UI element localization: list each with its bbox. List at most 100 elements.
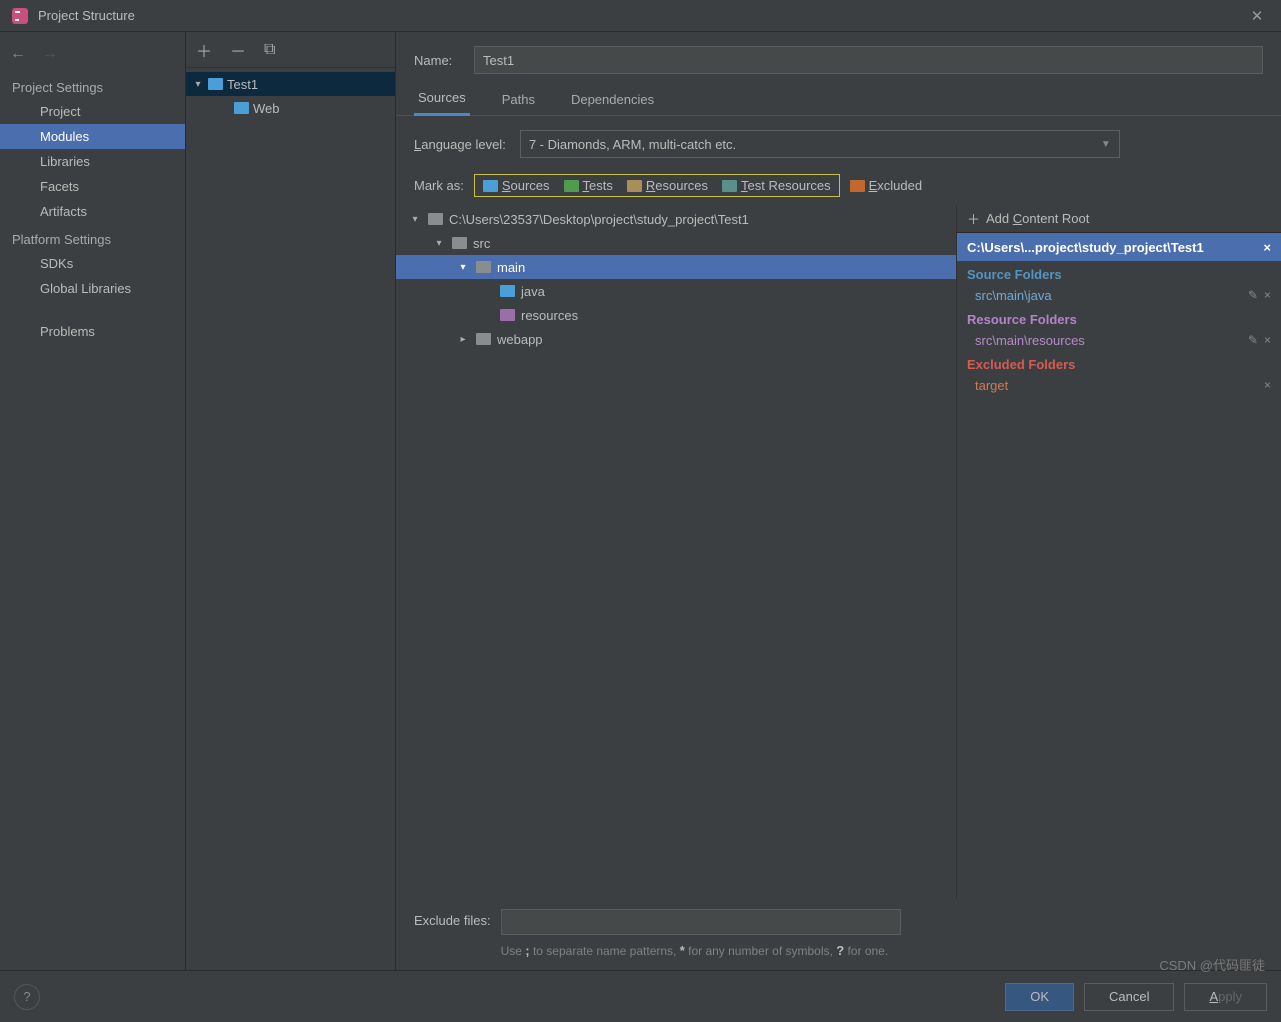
tree-row[interactable]: ▾C:\Users\23537\Desktop\project\study_pr… <box>396 207 956 231</box>
facet-label: Web <box>253 101 280 116</box>
folder-icon <box>452 237 467 249</box>
exclude-files-input[interactable] <box>501 909 901 935</box>
exclude-files-label: Exclude files: <box>414 909 491 928</box>
chevron-icon[interactable]: ▸ <box>456 334 470 345</box>
tab-paths[interactable]: Paths <box>498 86 539 115</box>
nav-item-facets[interactable]: Facets <box>0 174 185 199</box>
chevron-icon[interactable]: ▾ <box>408 214 422 225</box>
mark-tests[interactable]: Tests <box>564 178 613 193</box>
titlebar: Project Structure ✕ <box>0 0 1281 32</box>
cancel-button[interactable]: Cancel <box>1084 983 1174 1011</box>
folder-icon <box>476 261 491 273</box>
module-tree: ▾ Test1 Web <box>186 68 395 124</box>
folder-icon <box>500 285 515 297</box>
folder-resources-icon <box>627 180 642 192</box>
module-list: ＋ － ⧉ ▾ Test1 Web <box>186 32 396 970</box>
tree-row[interactable]: ▸ webapp <box>396 327 956 351</box>
add-module-icon[interactable]: ＋ <box>196 38 212 62</box>
nav-item-project[interactable]: Project <box>0 99 185 124</box>
tree-label: resources <box>521 308 578 323</box>
chevron-down-icon[interactable]: ▾ <box>192 79 204 90</box>
chevron-down-icon: ▼ <box>1101 139 1111 150</box>
folder-tests-icon <box>564 180 579 192</box>
module-detail: Name: Sources Paths Dependencies Languag… <box>396 32 1281 970</box>
content-split: ▾C:\Users\23537\Desktop\project\study_pr… <box>396 205 1281 899</box>
copy-module-icon[interactable]: ⧉ <box>264 41 275 59</box>
window-title: Project Structure <box>38 8 1241 23</box>
close-icon[interactable]: × <box>1263 240 1271 255</box>
mark-excluded[interactable]: Excluded <box>850 178 922 193</box>
chevron-icon[interactable]: ▾ <box>456 262 470 273</box>
folder-icon <box>428 213 443 225</box>
tree-label: java <box>521 284 545 299</box>
folder-sources-icon <box>483 180 498 192</box>
name-label: Name: <box>414 53 464 68</box>
chevron-icon[interactable]: ▾ <box>432 238 446 249</box>
close-icon[interactable]: × <box>1264 333 1271 347</box>
nav-item-sdks[interactable]: SDKs <box>0 251 185 276</box>
edit-icon[interactable]: ✎ <box>1248 288 1258 302</box>
mark-sources[interactable]: Sources <box>483 178 550 193</box>
apply-button[interactable]: Apply <box>1184 983 1267 1011</box>
section-header: Excluded Folders <box>957 351 1281 374</box>
nav-item-modules[interactable]: Modules <box>0 124 185 149</box>
section-header: Source Folders <box>957 261 1281 284</box>
close-icon[interactable]: × <box>1264 378 1271 392</box>
nav-item-global-libraries[interactable]: Global Libraries <box>0 276 185 301</box>
folder-test-resources-icon <box>722 180 737 192</box>
folder-entry[interactable]: src\main\resources✎× <box>957 329 1281 351</box>
edit-icon[interactable]: ✎ <box>1248 333 1258 347</box>
tree-row[interactable]: ▾ main <box>396 255 956 279</box>
folder-path: src\main\java <box>975 288 1242 303</box>
module-name-input[interactable] <box>474 46 1263 74</box>
folder-entry[interactable]: target × <box>957 374 1281 396</box>
folder-excluded-icon <box>850 180 865 192</box>
tree-label: main <box>497 260 525 275</box>
mark-as-label: Mark as: <box>414 178 464 193</box>
tab-sources[interactable]: Sources <box>414 84 470 116</box>
tab-dependencies[interactable]: Dependencies <box>567 86 658 115</box>
forward-icon[interactable]: → <box>42 45 58 63</box>
close-icon[interactable]: ✕ <box>1241 7 1273 25</box>
back-icon[interactable]: ← <box>10 45 26 63</box>
module-toolbar: ＋ － ⧉ <box>186 32 395 68</box>
settings-nav: ← → Project Settings Project Modules Lib… <box>0 32 186 970</box>
language-level-label: Language level: <box>414 137 506 152</box>
dialog-footer: ? OK Cancel Apply <box>0 970 1281 1022</box>
language-level-value: 7 - Diamonds, ARM, multi-catch etc. <box>529 137 736 152</box>
tree-label: webapp <box>497 332 543 347</box>
nav-group-project-settings: Project Settings <box>0 72 185 99</box>
remove-module-icon[interactable]: － <box>230 38 246 62</box>
language-level-combo[interactable]: 7 - Diamonds, ARM, multi-catch etc. ▼ <box>520 130 1120 158</box>
mark-as-row: Mark as: Sources Tests Resources Test Resou… <box>396 168 1281 205</box>
help-icon[interactable]: ? <box>14 984 40 1010</box>
tree-row[interactable]: java <box>396 279 956 303</box>
mark-resources[interactable]: Resources <box>627 178 708 193</box>
nav-item-artifacts[interactable]: Artifacts <box>0 199 185 224</box>
plus-icon: ＋ <box>967 209 980 228</box>
content-root-path[interactable]: C:\Users\...project\study_project\Test1 … <box>957 233 1281 261</box>
tree-row[interactable]: resources <box>396 303 956 327</box>
nav-item-libraries[interactable]: Libraries <box>0 149 185 174</box>
module-label: Test1 <box>227 77 258 92</box>
nav-item-problems[interactable]: Problems <box>0 319 185 344</box>
folder-icon <box>476 333 491 345</box>
exclude-files-hint: Use ; to separate name patterns, * for a… <box>501 941 901 961</box>
language-level-row: Language level: 7 - Diamonds, ARM, multi… <box>396 116 1281 168</box>
folder-icon <box>500 309 515 321</box>
facet-web[interactable]: Web <box>186 96 395 120</box>
nav-group-platform-settings: Platform Settings <box>0 224 185 251</box>
close-icon[interactable]: × <box>1264 288 1271 302</box>
mark-test-resources[interactable]: Test Resources <box>722 178 831 193</box>
detail-tabs: Sources Paths Dependencies <box>396 84 1281 116</box>
folder-path: target <box>975 378 1258 393</box>
dialog-body: ← → Project Settings Project Modules Lib… <box>0 32 1281 970</box>
content-roots-pane: ＋ Add Content Root C:\Users\...project\s… <box>956 205 1281 899</box>
app-icon <box>12 8 28 24</box>
ok-button[interactable]: OK <box>1005 983 1074 1011</box>
module-test1[interactable]: ▾ Test1 <box>186 72 395 96</box>
folder-entry[interactable]: src\main\java ✎ × <box>957 284 1281 306</box>
name-row: Name: <box>396 36 1281 84</box>
tree-row[interactable]: ▾src <box>396 231 956 255</box>
add-content-root[interactable]: ＋ Add Content Root <box>957 205 1281 233</box>
